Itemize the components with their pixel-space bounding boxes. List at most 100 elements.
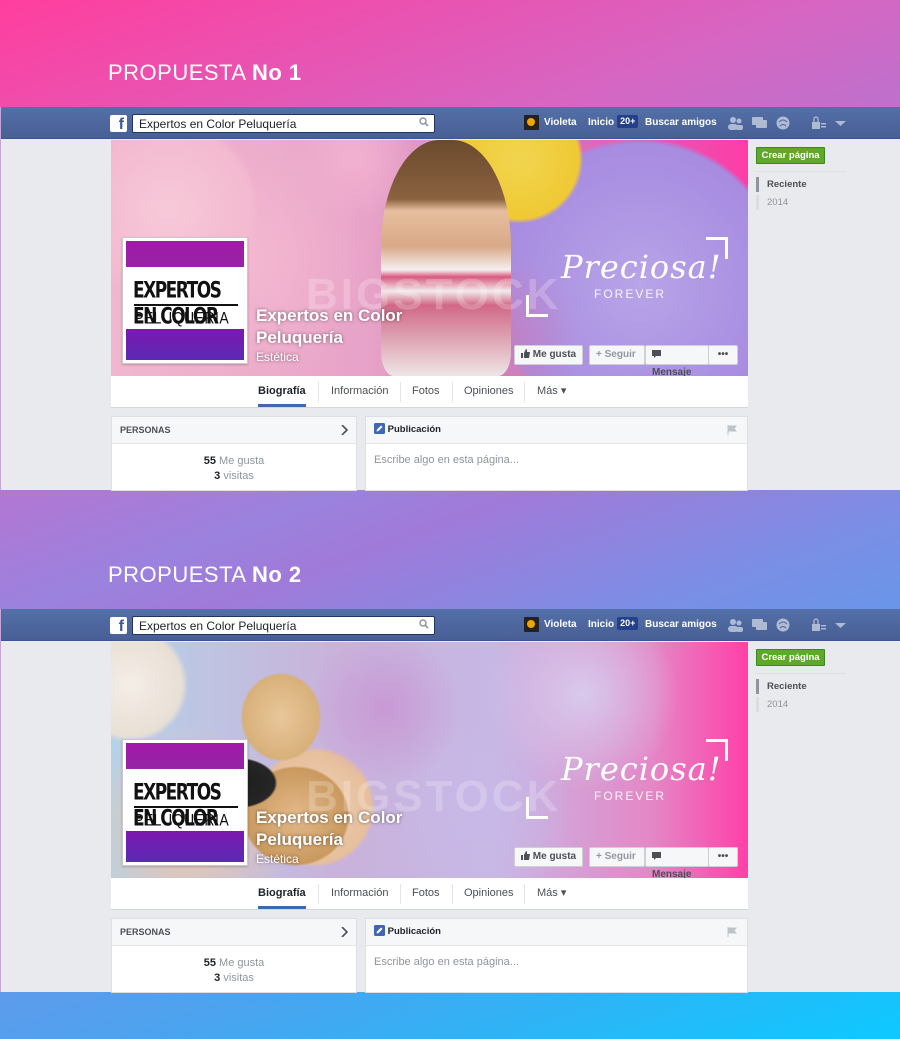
- proposal-title-number: No 2: [251, 562, 302, 587]
- message-button-label: Mensaje: [652, 367, 692, 376]
- cover-headline: Preciosa!: [561, 750, 722, 788]
- more-options-button[interactable]: •••: [708, 345, 738, 365]
- cover-headline: Preciosa!: [561, 248, 722, 286]
- visits-count[interactable]: 3: [214, 470, 220, 482]
- home-badge: 20+: [617, 617, 639, 630]
- logo-divider: [134, 304, 238, 306]
- flag-icon[interactable]: [727, 425, 737, 435]
- publish-card-header[interactable]: Publicación: [366, 417, 747, 444]
- tab-informacion[interactable]: Información: [331, 878, 388, 909]
- tab-biografia[interactable]: Biografía: [258, 376, 306, 407]
- follow-button-label: Seguir: [604, 349, 636, 360]
- timeline-recent[interactable]: Reciente: [756, 679, 807, 694]
- salon-logo: EXPERTOS EN COLOR PELUQUERIA: [126, 743, 244, 862]
- user-avatar[interactable]: [524, 115, 539, 130]
- tab-fotos[interactable]: Fotos: [412, 878, 440, 909]
- logo-text-line2: PELUQUERIA: [134, 308, 230, 328]
- timeline-year-2014[interactable]: 2014: [756, 195, 788, 210]
- more-options-button[interactable]: •••: [708, 847, 738, 867]
- post-composer-input[interactable]: Escribe algo en esta página...: [366, 444, 747, 476]
- tab-opiniones[interactable]: Opiniones: [464, 376, 514, 407]
- home-label: Inicio: [588, 117, 615, 128]
- facebook-logo-icon[interactable]: f: [110, 115, 127, 132]
- message-button-label: Mensaje: [652, 869, 692, 878]
- facebook-page-mockup: f Expertos en Color Peluquería Violeta I…: [0, 609, 900, 993]
- tab-mas[interactable]: Más ▾: [537, 878, 566, 909]
- page-tabs: Biografía Información Fotos Opiniones Má…: [111, 878, 748, 910]
- friend-requests-icon[interactable]: [728, 618, 743, 632]
- account-menu-icon[interactable]: [833, 116, 848, 130]
- message-icon: [652, 852, 661, 860]
- page-category[interactable]: Estética: [256, 350, 299, 364]
- tab-informacion[interactable]: Información: [331, 376, 388, 407]
- search-icon[interactable]: [419, 619, 429, 629]
- tab-fotos[interactable]: Fotos: [412, 376, 440, 407]
- salon-logo: EXPERTOS EN COLOR PELUQUERIA: [126, 241, 244, 360]
- create-page-button[interactable]: Crear página: [756, 147, 825, 164]
- likes-count[interactable]: 55: [204, 455, 216, 467]
- home-badge: 20+: [617, 115, 639, 128]
- search-input[interactable]: Expertos en Color Peluquería: [132, 616, 435, 635]
- message-icon: [652, 350, 661, 358]
- people-card-title: PERSONAS: [120, 425, 171, 435]
- message-button[interactable]: Mensaje: [645, 345, 709, 376]
- search-input-value: Expertos en Color Peluquería: [139, 619, 297, 633]
- notifications-icon[interactable]: [776, 116, 791, 130]
- facebook-logo-icon[interactable]: f: [110, 617, 127, 634]
- home-link[interactable]: Inicio 20+: [588, 107, 639, 139]
- page-tabs: Biografía Información Fotos Opiniones Má…: [111, 376, 748, 408]
- home-link[interactable]: Inicio 20+: [588, 609, 639, 641]
- find-friends-link[interactable]: Buscar amigos: [645, 609, 717, 641]
- privacy-icon[interactable]: [811, 618, 826, 632]
- page-profile-picture[interactable]: EXPERTOS EN COLOR PELUQUERIA: [122, 739, 248, 866]
- publish-card-title: Publicación: [387, 926, 441, 937]
- user-avatar[interactable]: [524, 617, 539, 632]
- user-profile-link[interactable]: Violeta: [544, 609, 577, 641]
- messages-icon[interactable]: [752, 116, 767, 130]
- privacy-icon[interactable]: [811, 116, 826, 130]
- page-name[interactable]: Expertos en Color Peluquería: [256, 807, 426, 851]
- timeline-year-2014[interactable]: 2014: [756, 697, 788, 712]
- tab-mas[interactable]: Más ▾: [537, 376, 566, 407]
- search-icon[interactable]: [419, 117, 429, 127]
- user-profile-link[interactable]: Violeta: [544, 107, 577, 139]
- cover-subheadline: FOREVER: [594, 789, 667, 803]
- publish-card: Publicación Escribe algo en esta página.…: [365, 918, 748, 993]
- timeline-recent[interactable]: Reciente: [756, 177, 807, 192]
- proposal-title-prefix: PROPUESTA: [108, 562, 246, 587]
- find-friends-link[interactable]: Buscar amigos: [645, 107, 717, 139]
- messages-icon[interactable]: [752, 618, 767, 632]
- follow-button[interactable]: + Seguir: [589, 847, 645, 867]
- message-button[interactable]: Mensaje: [645, 847, 709, 878]
- flag-icon[interactable]: [727, 927, 737, 937]
- like-button[interactable]: Me gusta: [514, 847, 584, 867]
- people-stats: 55 Me gusta 3 visitas: [112, 946, 356, 986]
- people-card-header[interactable]: PERSONAS: [112, 919, 356, 946]
- page-profile-picture[interactable]: EXPERTOS EN COLOR PELUQUERIA: [122, 237, 248, 364]
- friend-requests-icon[interactable]: [728, 116, 743, 130]
- top-navigation-bar: f Expertos en Color Peluquería Violeta I…: [1, 609, 900, 641]
- publish-card-header[interactable]: Publicación: [366, 919, 747, 946]
- visits-count[interactable]: 3: [214, 972, 220, 984]
- follow-button[interactable]: + Seguir: [589, 345, 645, 365]
- visits-label: visitas: [223, 470, 254, 482]
- chevron-right-icon[interactable]: [341, 927, 348, 937]
- likes-count[interactable]: 55: [204, 957, 216, 969]
- visits-label: visitas: [223, 972, 254, 984]
- people-card-header[interactable]: PERSONAS: [112, 417, 356, 444]
- post-composer-input[interactable]: Escribe algo en esta página...: [366, 946, 747, 978]
- tab-opiniones[interactable]: Opiniones: [464, 878, 514, 909]
- tab-biografia[interactable]: Biografía: [258, 878, 306, 909]
- notifications-icon[interactable]: [776, 618, 791, 632]
- search-input[interactable]: Expertos en Color Peluquería: [132, 114, 435, 133]
- chevron-right-icon[interactable]: [341, 425, 348, 435]
- people-card: PERSONAS 55 Me gusta 3 visitas: [111, 416, 357, 491]
- account-menu-icon[interactable]: [833, 618, 848, 632]
- proposal-title: PROPUESTA No 2: [108, 562, 302, 588]
- page-name[interactable]: Expertos en Color Peluquería: [256, 305, 426, 349]
- create-page-button[interactable]: Crear página: [756, 649, 825, 666]
- likes-label: Me gusta: [219, 455, 265, 467]
- page-category[interactable]: Estética: [256, 852, 299, 866]
- plus-icon: +: [596, 349, 602, 360]
- like-button[interactable]: Me gusta: [514, 345, 584, 365]
